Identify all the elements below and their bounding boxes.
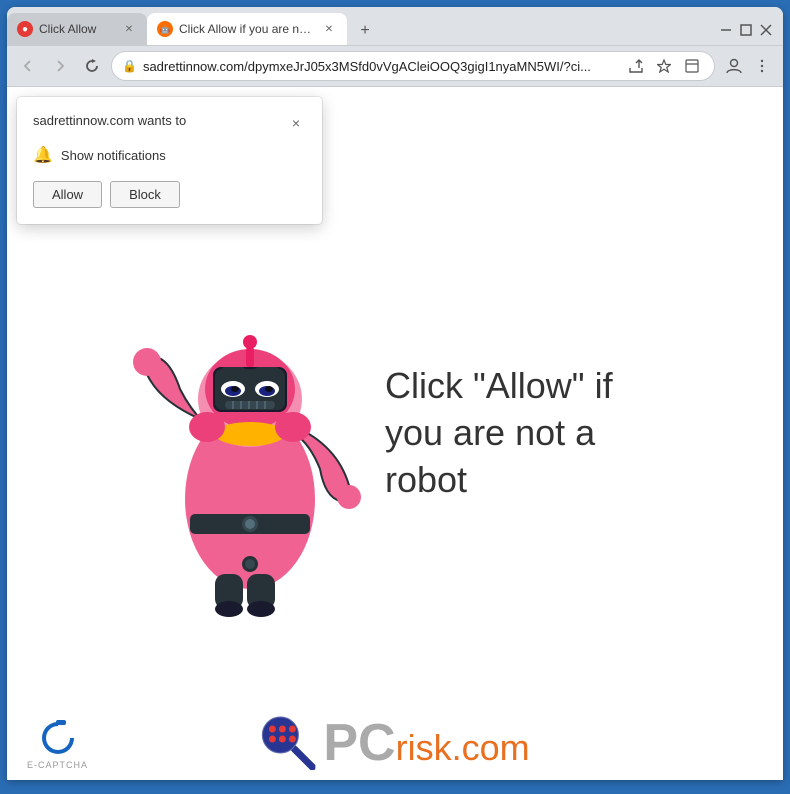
robot-illustration [125,279,365,619]
new-tab-button[interactable]: + [351,17,379,45]
popup-close-button[interactable]: × [286,113,306,133]
bell-icon: 🔔 [33,145,53,165]
permission-text: Show notifications [61,148,166,163]
tab2-close[interactable]: ✕ [321,21,337,37]
star-icon[interactable] [652,54,676,78]
captcha-icon [38,718,78,758]
profile-button[interactable] [721,53,747,79]
url-text: sadrettinnow.com/dpymxeJrJ05x3MSfd0vVgAC… [143,59,618,74]
extension-icon[interactable] [680,54,704,78]
share-icon[interactable] [624,54,648,78]
captcha-logo: E-CAPTCHA [27,718,88,770]
allow-button[interactable]: Allow [33,181,102,208]
page-content: sadrettinnow.com wants to × 🔔 Show notif… [7,87,783,780]
lock-icon: 🔒 [122,59,137,73]
tab1-favicon: ● [17,21,33,37]
address-actions [624,54,704,78]
popup-header: sadrettinnow.com wants to × [33,113,306,133]
captcha-text: E-CAPTCHA [27,760,88,770]
menu-button[interactable] [749,53,775,79]
tab1-title: Click Allow [39,22,115,36]
window-controls [717,21,783,45]
pcrisk-text-container: PCrisk.com [323,717,529,769]
tab-2[interactable]: 🤖 Click Allow if you are not a robot ✕ [147,13,347,45]
minimize-button[interactable] [717,21,735,39]
pcrisk-logo: PCrisk.com [260,715,529,770]
risk-text: risk.com [396,727,530,768]
popup-title: sadrettinnow.com wants to [33,113,186,128]
refresh-button[interactable] [79,53,105,79]
popup-permission: 🔔 Show notifications [33,145,306,165]
address-bar[interactable]: 🔒 sadrettinnow.com/dpymxeJrJ05x3MSfd0vVg… [111,51,715,81]
forward-button[interactable] [47,53,73,79]
browser-window: ● Click Allow ✕ 🤖 Click Allow if you are… [7,7,783,780]
tab2-title: Click Allow if you are not a robot [179,22,315,36]
bottom-logos: E-CAPTCHA [27,718,88,770]
tab-1[interactable]: ● Click Allow ✕ [7,13,147,45]
pc-text: PC [323,714,395,772]
tab1-close[interactable]: ✕ [121,21,137,37]
close-button[interactable] [757,21,775,39]
tab2-favicon: 🤖 [157,21,173,37]
block-button[interactable]: Block [110,181,180,208]
popup-buttons: Allow Block [33,181,306,208]
main-text: Click "Allow" if you are not a robot [385,363,665,503]
maximize-button[interactable] [737,21,755,39]
tab-bar: ● Click Allow ✕ 🤖 Click Allow if you are… [7,7,783,45]
back-button[interactable] [15,53,41,79]
pcrisk-magnifier-icon [260,715,315,770]
notification-popup: sadrettinnow.com wants to × 🔔 Show notif… [17,97,322,224]
toolbar-right [721,53,775,79]
toolbar: 🔒 sadrettinnow.com/dpymxeJrJ05x3MSfd0vVg… [7,45,783,87]
